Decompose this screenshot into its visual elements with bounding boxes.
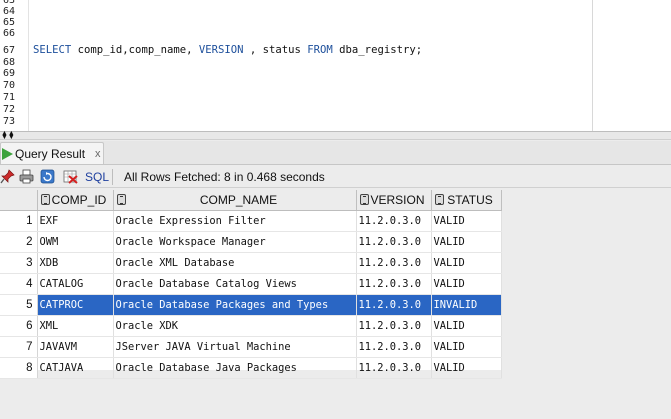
cell-version[interactable]: 11.2.0.3.0 — [356, 315, 432, 337]
row-number: 2 — [0, 231, 38, 253]
column-header-comp-id[interactable]: COMP_ID — [37, 190, 114, 211]
table-row[interactable]: 6 XML Oracle XDK 11.2.0.3.0 VALID — [0, 315, 502, 337]
cell-status[interactable]: VALID — [431, 252, 502, 274]
column-sort-icon[interactable] — [116, 194, 126, 205]
splitter-arrows-icon[interactable]: ▲▲ ▼▼ — [1, 130, 15, 141]
cell-comp-id[interactable]: EXF — [37, 210, 114, 232]
cell-version[interactable]: 11.2.0.3.0 — [356, 336, 432, 358]
cell-comp-name[interactable]: JServer JAVA Virtual Machine — [113, 336, 357, 358]
result-toolbar: SQL All Rows Fetched: 8 in 0.468 seconds — [0, 166, 671, 188]
cell-comp-id[interactable]: CATALOG — [37, 273, 114, 295]
row-number: 1 — [0, 210, 38, 232]
cell-comp-id[interactable]: XDB — [37, 252, 114, 274]
editor-right-margin — [592, 0, 593, 131]
cell-status[interactable]: VALID — [431, 210, 502, 232]
cell-comp-name[interactable]: Oracle Database Catalog Views — [113, 273, 357, 295]
cell-status[interactable]: VALID — [431, 315, 502, 337]
table-name: dba_registry; — [332, 44, 423, 56]
header-row: COMP_ID COMP_NAME VERSION STATUS — [0, 190, 502, 211]
sql-button[interactable]: SQL — [85, 170, 109, 184]
row-number: 6 — [0, 315, 38, 337]
table-row[interactable]: 4 CATALOG Oracle Database Catalog Views 11.… — [0, 273, 502, 295]
column-sort-icon[interactable] — [40, 194, 50, 205]
row-number: 3 — [0, 252, 38, 274]
row-number: 5 — [0, 294, 38, 316]
line-number: 67 — [2, 45, 15, 56]
sql-statement[interactable]: SELECT comp_id,comp_name, VERSION , stat… — [33, 44, 422, 56]
print-icon[interactable] — [19, 169, 34, 184]
cell-comp-name[interactable]: Oracle Database Packages and Types — [113, 294, 357, 316]
line-number: 65 — [2, 17, 15, 28]
table-row[interactable]: 2 OWM Oracle Workspace Manager 11.2.0.3.0 VA… — [0, 231, 502, 253]
cell-comp-name[interactable]: Oracle Database Java Packages — [113, 357, 357, 379]
cell-status[interactable]: INVALID — [431, 294, 502, 316]
cell-comp-name[interactable]: Oracle XDK — [113, 315, 357, 337]
row-number: 4 — [0, 273, 38, 295]
cell-status[interactable]: VALID — [431, 231, 502, 253]
pin-icon[interactable] — [0, 169, 15, 184]
results-grid[interactable]: COMP_ID COMP_NAME VERSION STATUS 1 EXF Ora… — [0, 190, 502, 379]
cell-status[interactable]: VALID — [431, 357, 502, 379]
line-number-gutter: 63 64 65 66 67 68 69 70 71 72 73 — [0, 0, 18, 131]
row-number-header — [0, 190, 38, 211]
cell-status[interactable]: VALID — [431, 336, 502, 358]
cell-version[interactable]: 11.2.0.3.0 — [356, 273, 432, 295]
tab-label: Query Result — [15, 146, 86, 161]
cell-status[interactable]: VALID — [431, 273, 502, 295]
line-number: 66 — [2, 28, 15, 39]
column-sort-icon[interactable] — [434, 194, 444, 205]
run-result-icon — [2, 147, 13, 160]
column-header-status[interactable]: STATUS — [431, 190, 502, 211]
line-number: 72 — [2, 104, 15, 115]
results-table: COMP_ID COMP_NAME VERSION STATUS 1 EXF Ora… — [0, 190, 502, 379]
cell-version[interactable]: 11.2.0.3.0 — [356, 357, 432, 379]
table-row[interactable]: 1 EXF Oracle Expression Filter 11.2.0.3.0 VA… — [0, 210, 502, 232]
pane-splitter[interactable]: ▲▲ ▼▼ — [0, 130, 671, 141]
select-columns-rest: , status — [243, 44, 308, 56]
cell-comp-id[interactable]: XML — [37, 315, 114, 337]
line-number: 71 — [2, 92, 15, 103]
result-tab-bar: Query Result x — [0, 141, 671, 165]
line-number: 68 — [2, 57, 15, 68]
cell-version[interactable]: 11.2.0.3.0 — [356, 210, 432, 232]
cell-comp-name[interactable]: Oracle XML Database — [113, 252, 357, 274]
clear-icon[interactable] — [63, 169, 78, 184]
tab-query-result[interactable]: Query Result x — [0, 142, 104, 164]
row-number: 8 — [0, 357, 38, 379]
cell-comp-id[interactable]: CATJAVA — [37, 357, 114, 379]
close-tab-button[interactable]: x — [95, 148, 101, 160]
sql-editor[interactable]: 63 64 65 66 67 68 69 70 71 72 73 SELECT … — [0, 0, 671, 131]
cell-version[interactable]: 11.2.0.3.0 — [356, 231, 432, 253]
refresh-icon[interactable] — [40, 169, 55, 184]
line-number: 73 — [2, 116, 15, 127]
row-number: 7 — [0, 336, 38, 358]
column-header-version[interactable]: VERSION — [356, 190, 432, 211]
line-number: 64 — [2, 6, 15, 17]
keyword-from: FROM — [307, 44, 333, 56]
cell-version[interactable]: 11.2.0.3.0 — [356, 252, 432, 274]
table-row-selected[interactable]: 5 CATPROC Oracle Database Packages and Typ… — [0, 294, 502, 316]
cell-comp-name[interactable]: Oracle Workspace Manager — [113, 231, 357, 253]
column-header-comp-name[interactable]: COMP_NAME — [113, 190, 357, 211]
select-columns: comp_id,comp_name, — [71, 44, 199, 56]
cell-comp-id[interactable]: CATPROC — [37, 294, 114, 316]
keyword-version: VERSION — [198, 44, 244, 56]
line-number: 69 — [2, 68, 15, 79]
cell-comp-id[interactable]: JAVAVM — [37, 336, 114, 358]
toolbar-divider — [112, 169, 113, 185]
cell-version[interactable]: 11.2.0.3.0 — [356, 294, 432, 316]
column-sort-icon[interactable] — [359, 194, 369, 205]
gutter-divider — [28, 0, 29, 131]
line-number: 70 — [2, 80, 15, 91]
cell-comp-name[interactable]: Oracle Expression Filter — [113, 210, 357, 232]
table-row[interactable]: 8 CATJAVA Oracle Database Java Packages 11.… — [0, 357, 502, 379]
table-row[interactable]: 3 XDB Oracle XML Database 11.2.0.3.0 VALID — [0, 252, 502, 274]
fetch-status: All Rows Fetched: 8 in 0.468 seconds — [124, 170, 325, 184]
table-row[interactable]: 7 JAVAVM JServer JAVA Virtual Machine 11.2.… — [0, 336, 502, 358]
cell-comp-id[interactable]: OWM — [37, 231, 114, 253]
keyword-select: SELECT — [33, 44, 72, 56]
